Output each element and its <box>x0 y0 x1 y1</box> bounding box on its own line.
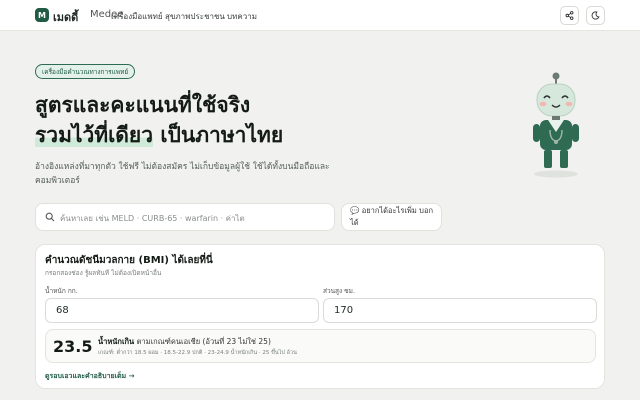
share-button[interactable] <box>560 6 579 25</box>
nav-item-medical-tools[interactable]: เครื่องมือแพทย์ <box>111 10 163 23</box>
hero-subtitle-line1: อ้างอิงแหล่งที่มาทุกตัว ใช้ฟรี ไม่ต้องสม… <box>35 162 330 172</box>
hero-subtitle-line2: คอมพิวเตอร์ <box>35 176 80 186</box>
theme-toggle-button[interactable] <box>586 6 605 25</box>
nav-item-articles[interactable]: บทความ <box>227 10 257 23</box>
bmi-details-link[interactable]: ดูรอบเอวและคำอธิบายเต็ม → <box>45 371 134 382</box>
moon-icon <box>591 11 600 20</box>
share-icon <box>565 11 574 20</box>
height-label: ส่วนสูง ซม. <box>323 287 356 295</box>
bmi-card-subtitle: กรอกสองช่อง รู้ผลทันที ไม่ต้องเปิดหน้าอื… <box>45 269 162 277</box>
robot-mascot <box>533 72 579 178</box>
suggest-feature-button[interactable]: 💬 อยากได้อะไรเพิ่ม บอกได้ <box>341 203 442 231</box>
bmi-category-note: ตามเกณฑ์คนเอเชีย (อ้วนที่ 23 ไม่ใช่ 25) <box>134 337 271 346</box>
bmi-category: น้ำหนักเกิน <box>98 337 135 346</box>
search-box[interactable] <box>35 203 335 231</box>
top-header: M เมดดี้ Medee เครื่องมือแพทย์ สุขภาพประ… <box>0 0 640 31</box>
weight-label: น้ำหนัก กก. <box>45 287 78 295</box>
search-input[interactable] <box>60 209 330 227</box>
bmi-calculator-card: คำนวณดัชนีมวลกาย (BMI) ได้เลยที่นี่ กรอก… <box>35 244 605 389</box>
hero-badge: เครื่องมือคำนวณทางการแพทย์ <box>35 64 136 79</box>
weight-field[interactable] <box>45 298 319 323</box>
hero-title-highlight: รวมไว้ที่เดียว <box>35 123 154 147</box>
bmi-card-title: คำนวณดัชนีมวลกาย (BMI) ได้เลยที่นี่ <box>45 255 213 266</box>
hero-title-line2: รวมไว้ที่เดียว เป็นภาษาไทย <box>35 123 284 147</box>
nav-item-public-health[interactable]: สุขภาพประชาชน <box>165 10 225 23</box>
logo-icon[interactable]: M <box>35 8 49 22</box>
hero-title-line1: สูตรและคะแนนที่ใช้จริง <box>35 93 251 117</box>
bmi-result-box: 23.5 น้ำหนักเกิน ตามเกณฑ์คนเอเชีย (อ้วนท… <box>45 329 596 363</box>
bmi-value: 23.5 <box>53 337 93 356</box>
search-icon <box>45 212 55 222</box>
hero-title-line2-rest: เป็นภาษาไทย <box>153 123 284 147</box>
height-field[interactable] <box>323 298 597 323</box>
bmi-category-line: น้ำหนักเกิน ตามเกณฑ์คนเอเชีย (อ้วนที่ 23… <box>98 336 271 348</box>
bmi-criteria: เกณฑ์: ต่ำกว่า 18.5 ผอม · 18.5-22.9 ปกติ… <box>98 350 297 356</box>
brand-name-thai[interactable]: เมดดี้ <box>53 8 78 26</box>
